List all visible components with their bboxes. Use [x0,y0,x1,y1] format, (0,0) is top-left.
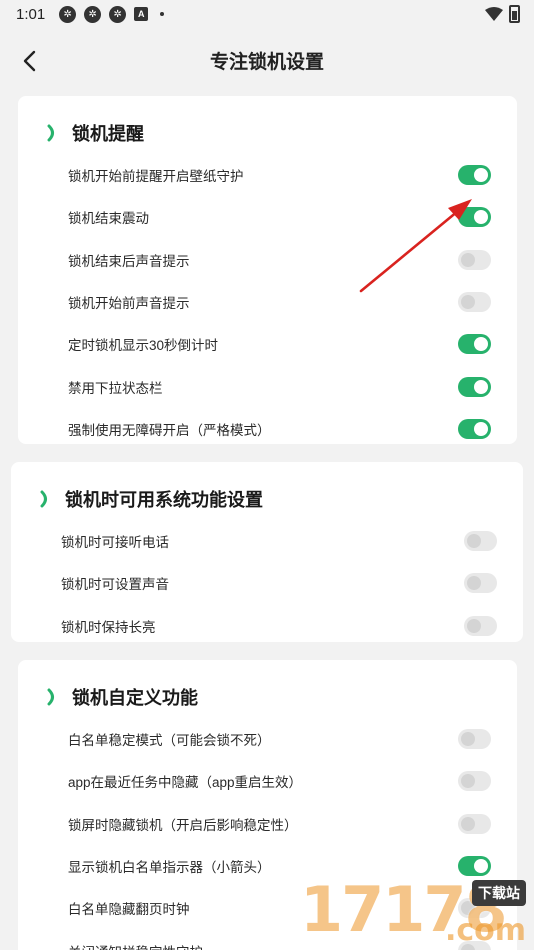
setting-row: 白名单稳定模式（可能会锁不死） [18,718,517,760]
section-card-system-functions: 锁机时可用系统功能设置 锁机时可接听电话 锁机时可设置声音 锁机时保持长亮 [11,462,523,642]
toggle-switch[interactable] [458,334,491,355]
setting-row: 锁机时可接听电话 [11,520,523,562]
section-card-lock-reminder: 锁机提醒 锁机开始前提醒开启壁纸守护 锁机结束震动 锁机结束后声音提示 锁机开始… [18,96,517,444]
setting-label: app在最近任务中隐藏（app重启生效） [68,775,303,791]
toggle-switch[interactable] [458,249,491,270]
toggle-switch[interactable] [458,813,491,834]
notification-icons: ✲ ✲ ✲ A [59,5,165,23]
toggle-knob [461,816,475,831]
setting-row: 禁用下拉状态栏 [18,365,517,407]
page-title: 专注锁机设置 [209,51,324,73]
setting-row: app在最近任务中隐藏（app重启生效） [18,760,517,802]
setting-row: 锁机结束震动 [18,196,517,238]
battery-icon [509,5,520,23]
accent-arc-icon [47,688,54,706]
setting-row: 锁机时保持长亮 [11,605,523,647]
section-rows: 锁机时可接听电话 锁机时可设置声音 锁机时保持长亮 [11,520,523,647]
setting-label: 强制使用无障碍开启（严格模式） [68,422,271,438]
watermark-suffix: .com [444,913,526,948]
status-time: 1:01 [16,5,46,23]
setting-row: 锁机时可设置声音 [11,562,523,604]
a-icon: A [134,7,149,21]
setting-row: 锁屏时隐藏锁机（开启后影响稳定性） [18,803,517,845]
section-title: 锁机时可用系统功能设置 [65,490,263,510]
toggle-switch[interactable] [458,165,491,186]
status-right [485,5,520,23]
wifi-icon [485,7,503,21]
setting-label: 白名单隐藏翻页时钟 [68,902,190,918]
toggle-switch[interactable] [458,771,491,792]
setting-row: 强制使用无障碍开启（严格模式） [18,408,517,450]
setting-label: 关闭通知栏稳定性守护 [68,941,203,950]
header: 专注锁机设置 [0,36,534,84]
setting-label: 锁机时可设置声音 [61,577,169,593]
setting-label: 锁机结束后声音提示 [68,253,190,269]
setting-label: 锁机时可接听电话 [61,535,169,551]
toggle-switch[interactable] [464,615,497,636]
toggle-switch[interactable] [458,729,491,750]
setting-label: 定时锁机显示30秒倒计时 [68,338,219,354]
watermark-badge: 下载站 [472,880,526,906]
toggle-knob [474,210,488,225]
settings-icon: ✲ [84,5,102,23]
toggle-knob [474,168,488,183]
setting-label: 锁机时保持长亮 [61,619,156,635]
setting-label: 锁机开始前提醒开启壁纸守护 [68,169,244,185]
accent-arc-icon [40,490,47,508]
back-button[interactable] [16,48,42,74]
section-title: 锁机提醒 [72,124,144,144]
section-rows: 锁机开始前提醒开启壁纸守护 锁机结束震动 锁机结束后声音提示 锁机开始前声音提示… [18,154,517,450]
accent-arc-icon [47,124,54,142]
toggle-knob [474,379,488,394]
toggle-knob [461,295,475,310]
section-title: 锁机自定义功能 [72,688,198,708]
setting-row: 锁机结束后声音提示 [18,239,517,281]
toggle-switch[interactable] [458,418,491,439]
toggle-switch[interactable] [458,207,491,228]
setting-label: 显示锁机白名单指示器（小箭头） [68,860,271,876]
toggle-switch[interactable] [464,531,497,552]
section-header: 锁机自定义功能 [18,660,517,718]
setting-label: 锁屏时隐藏锁机（开启后影响稳定性） [68,817,298,833]
chevron-left-icon [23,50,36,72]
section-header: 锁机提醒 [18,96,517,154]
toggle-knob [474,337,488,352]
toggle-knob [474,421,488,436]
setting-label: 锁机开始前声音提示 [68,296,190,312]
setting-row: 定时锁机显示30秒倒计时 [18,323,517,365]
watermark-logo: 17178 下载站 .com [300,868,534,950]
section-header: 锁机时可用系统功能设置 [11,462,523,520]
setting-label: 白名单稳定模式（可能会锁不死） [68,733,271,749]
settings-icon: ✲ [59,5,77,23]
toggle-switch[interactable] [458,376,491,397]
toggle-knob [467,576,481,591]
toggle-knob [461,774,475,789]
setting-label: 禁用下拉状态栏 [68,380,163,396]
toggle-knob [461,252,475,267]
toggle-switch[interactable] [464,573,497,594]
setting-label: 锁机结束震动 [68,211,149,227]
toggle-knob [461,732,475,747]
more-notifications-dot [160,12,165,16]
toggle-knob [467,534,481,549]
toggle-knob [467,618,481,633]
settings-icon: ✲ [109,5,127,23]
setting-row: 锁机开始前声音提示 [18,281,517,323]
toggle-switch[interactable] [458,292,491,313]
status-bar: 1:01 ✲ ✲ ✲ A [0,0,534,28]
setting-row: 锁机开始前提醒开启壁纸守护 [18,154,517,196]
